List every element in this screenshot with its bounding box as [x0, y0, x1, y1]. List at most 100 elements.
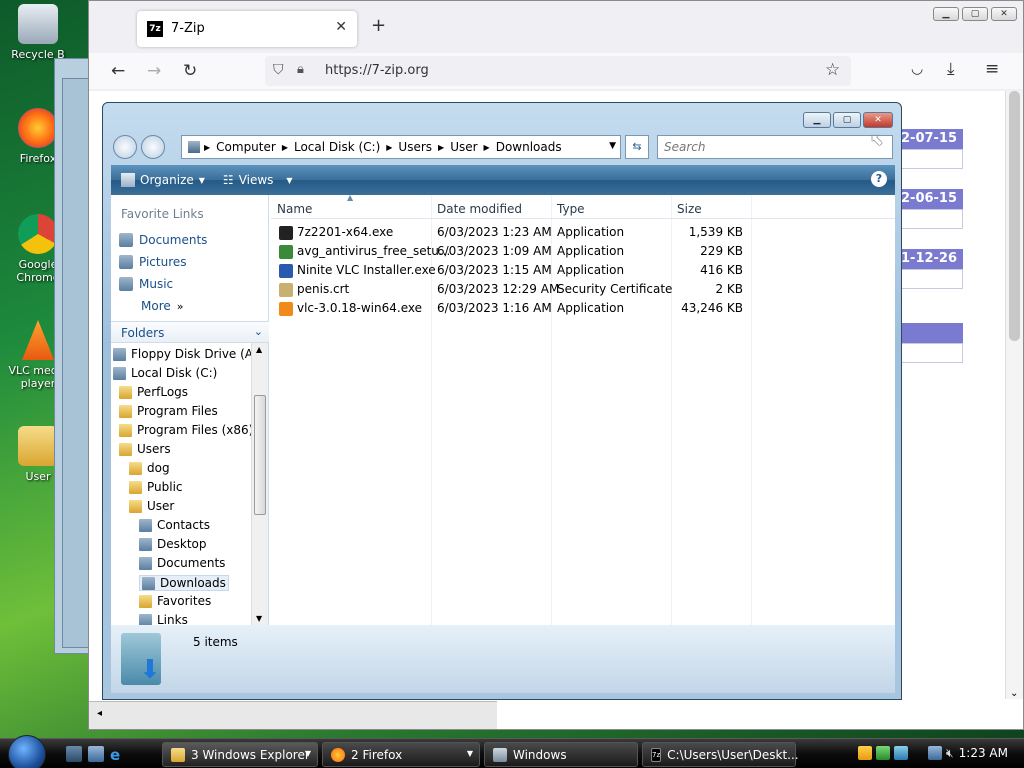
breadcrumb-separator-icon[interactable]: ▶	[282, 143, 288, 152]
breadcrumb[interactable]: ▶ Computer ▶ Local Disk (C:) ▶ Users ▶ U…	[181, 135, 621, 159]
favorite-link-music[interactable]: Music	[119, 277, 173, 291]
close-button[interactable]: ✕	[863, 112, 893, 128]
menu-hamburger-icon[interactable]: ≡	[985, 59, 999, 79]
firefox-tab-7zip[interactable]: 7z 7-Zip ✕	[137, 11, 357, 47]
breadcrumb-item[interactable]: User	[450, 140, 477, 154]
breadcrumb-item[interactable]: Users	[398, 140, 432, 154]
pictures-icon	[119, 255, 133, 269]
tree-item[interactable]: dog	[129, 461, 170, 475]
tree-item[interactable]: Program Files	[119, 404, 218, 418]
scrollbar-thumb[interactable]	[1009, 91, 1020, 341]
downloads-icon[interactable]: ⤓	[947, 59, 955, 79]
bookmark-star-icon[interactable]: ☆	[825, 60, 840, 80]
breadcrumb-separator-icon[interactable]: ▶	[438, 143, 444, 152]
clock[interactable]: 1:23 AM	[959, 746, 1008, 760]
minimize-button[interactable]: ▁	[803, 112, 831, 128]
file-row[interactable]: vlc-3.0.18-win64.exe 6/03/2023 1:16 AM App…	[271, 299, 751, 318]
breadcrumb-item[interactable]: Computer	[216, 140, 276, 154]
new-tab-plus-icon[interactable]: +	[371, 15, 386, 36]
folders-header-label: Folders	[121, 326, 165, 340]
minimize-button[interactable]: ▁	[933, 7, 959, 21]
back-button[interactable]	[113, 135, 137, 159]
address-dropdown-icon[interactable]: ▼	[609, 141, 616, 151]
tree-item[interactable]: Users	[119, 442, 171, 456]
favorite-link-pictures[interactable]: Pictures	[119, 255, 187, 269]
close-button[interactable]: ✕	[991, 7, 1017, 21]
tree-item[interactable]: PerfLogs	[119, 385, 188, 399]
tree-item[interactable]: Links	[139, 613, 188, 625]
scroll-down-arrow-icon[interactable]: ⌄	[1010, 688, 1018, 699]
scroll-left-arrow-icon[interactable]: ◂	[97, 708, 102, 719]
tree-item[interactable]: Local Disk (C:)	[113, 366, 217, 380]
taskbar-button-label: Windows	[513, 747, 567, 762]
breadcrumb-separator-icon[interactable]: ▶	[484, 143, 490, 152]
maximize-button[interactable]: ▢	[833, 112, 861, 128]
organize-button[interactable]: Organize ▼	[121, 173, 205, 187]
show-desktop-icon[interactable]	[66, 746, 82, 762]
maximize-button[interactable]: ▢	[962, 7, 988, 21]
network-icon[interactable]	[928, 746, 942, 760]
tree-item[interactable]: Floppy Disk Drive (A:)	[113, 347, 251, 361]
column-header-type[interactable]: Type	[557, 202, 585, 216]
security-shield-icon[interactable]	[858, 746, 872, 760]
refresh-button[interactable]: ⇆	[625, 135, 649, 159]
file-type: Application	[557, 225, 625, 239]
tree-item[interactable]: Program Files (x86)	[119, 423, 251, 437]
column-header-name[interactable]: Name	[277, 202, 312, 216]
folder-tree-scrollbar[interactable]: ▲ ▼	[251, 343, 268, 625]
tree-item[interactable]: User	[129, 499, 174, 513]
file-row[interactable]: 7z2201-x64.exe 6/03/2023 1:23 AM Applicati…	[271, 223, 751, 242]
breadcrumb-item[interactable]: Local Disk (C:)	[294, 140, 380, 154]
tree-item-label: Documents	[157, 556, 226, 570]
tree-item[interactable]: Desktop	[139, 537, 207, 551]
tree-item[interactable]: Public	[129, 480, 183, 494]
folders-header[interactable]: Folders ⌄	[111, 321, 269, 343]
column-header-date[interactable]: Date modified	[437, 202, 522, 216]
breadcrumb-separator-icon[interactable]: ▶	[386, 143, 392, 152]
page-vertical-scrollbar[interactable]: ⌄	[1005, 91, 1023, 699]
start-orb-button[interactable]	[8, 735, 46, 768]
shield-icon[interactable]: ⛉	[273, 62, 284, 78]
search-input[interactable]: Search	[657, 135, 893, 159]
favorite-link-documents[interactable]: Documents	[119, 233, 207, 247]
forward-arrow-icon[interactable]: →	[147, 61, 161, 81]
lock-icon[interactable]: 🔒︎	[297, 62, 304, 77]
breadcrumb-separator-icon[interactable]: ▶	[204, 143, 210, 152]
scroll-up-arrow-icon[interactable]: ▲	[256, 345, 262, 354]
column-header-size[interactable]: Size	[677, 202, 702, 216]
taskbar-button-windows[interactable]: Windows	[484, 742, 638, 767]
tree-item-label: Local Disk (C:)	[131, 366, 218, 380]
views-button[interactable]: ☷ Views ▼	[223, 173, 293, 187]
tree-item[interactable]: Favorites	[139, 594, 211, 608]
internet-explorer-icon[interactable]: e	[110, 746, 126, 764]
check-icon[interactable]	[876, 746, 890, 760]
explorer-window[interactable]: ▁ ▢ ✕ ▶ Computer ▶ Local Disk (C:) ▶ Use…	[102, 102, 902, 700]
windows-flag-icon[interactable]	[894, 746, 908, 760]
help-icon[interactable]: ?	[871, 171, 887, 187]
favorite-link-more[interactable]: More »	[141, 299, 183, 313]
taskbar-button-firefox[interactable]: 2 Firefox ▼	[322, 742, 480, 767]
switch-windows-icon[interactable]	[88, 746, 104, 762]
tree-item[interactable]: Contacts	[139, 518, 210, 532]
breadcrumb-item[interactable]: Downloads	[496, 140, 562, 154]
tab-close-icon[interactable]: ✕	[335, 19, 347, 35]
forward-button[interactable]	[141, 135, 165, 159]
desktop-icon-recycle-bin[interactable]: Recycle B	[6, 4, 70, 61]
back-arrow-icon[interactable]: ←	[111, 61, 125, 81]
file-size: 229 KB	[700, 244, 743, 258]
pocket-icon[interactable]: ◡	[911, 61, 923, 77]
taskbar-button-windows-explorer[interactable]: 3 Windows Explorer ▼	[162, 742, 318, 767]
taskbar-button-cmd[interactable]: 7z C:\Users\User\Deskt...	[642, 742, 799, 767]
file-row[interactable]: penis.crt 6/03/2023 12:29 AM Security Cert…	[271, 280, 751, 299]
file-date: 6/03/2023 1:16 AM	[437, 301, 552, 315]
tree-item[interactable]: Downloads	[139, 575, 229, 591]
scroll-down-arrow-icon[interactable]: ▼	[256, 614, 262, 623]
file-row[interactable]: Ninite VLC Installer.exe 6/03/2023 1:15 A…	[271, 261, 751, 280]
tree-item[interactable]: Documents	[139, 556, 225, 570]
scrollbar-thumb[interactable]	[254, 395, 266, 515]
file-row[interactable]: avg_antivirus_free_setu... 6/03/2023 1:09…	[271, 242, 751, 261]
horizontal-scrollbar[interactable]: ◂	[89, 701, 497, 729]
file-size: 416 KB	[700, 263, 743, 277]
reload-icon[interactable]: ↻	[183, 61, 197, 81]
url-bar[interactable]: ⛉ 🔒︎ https://7-zip.org	[265, 56, 851, 86]
